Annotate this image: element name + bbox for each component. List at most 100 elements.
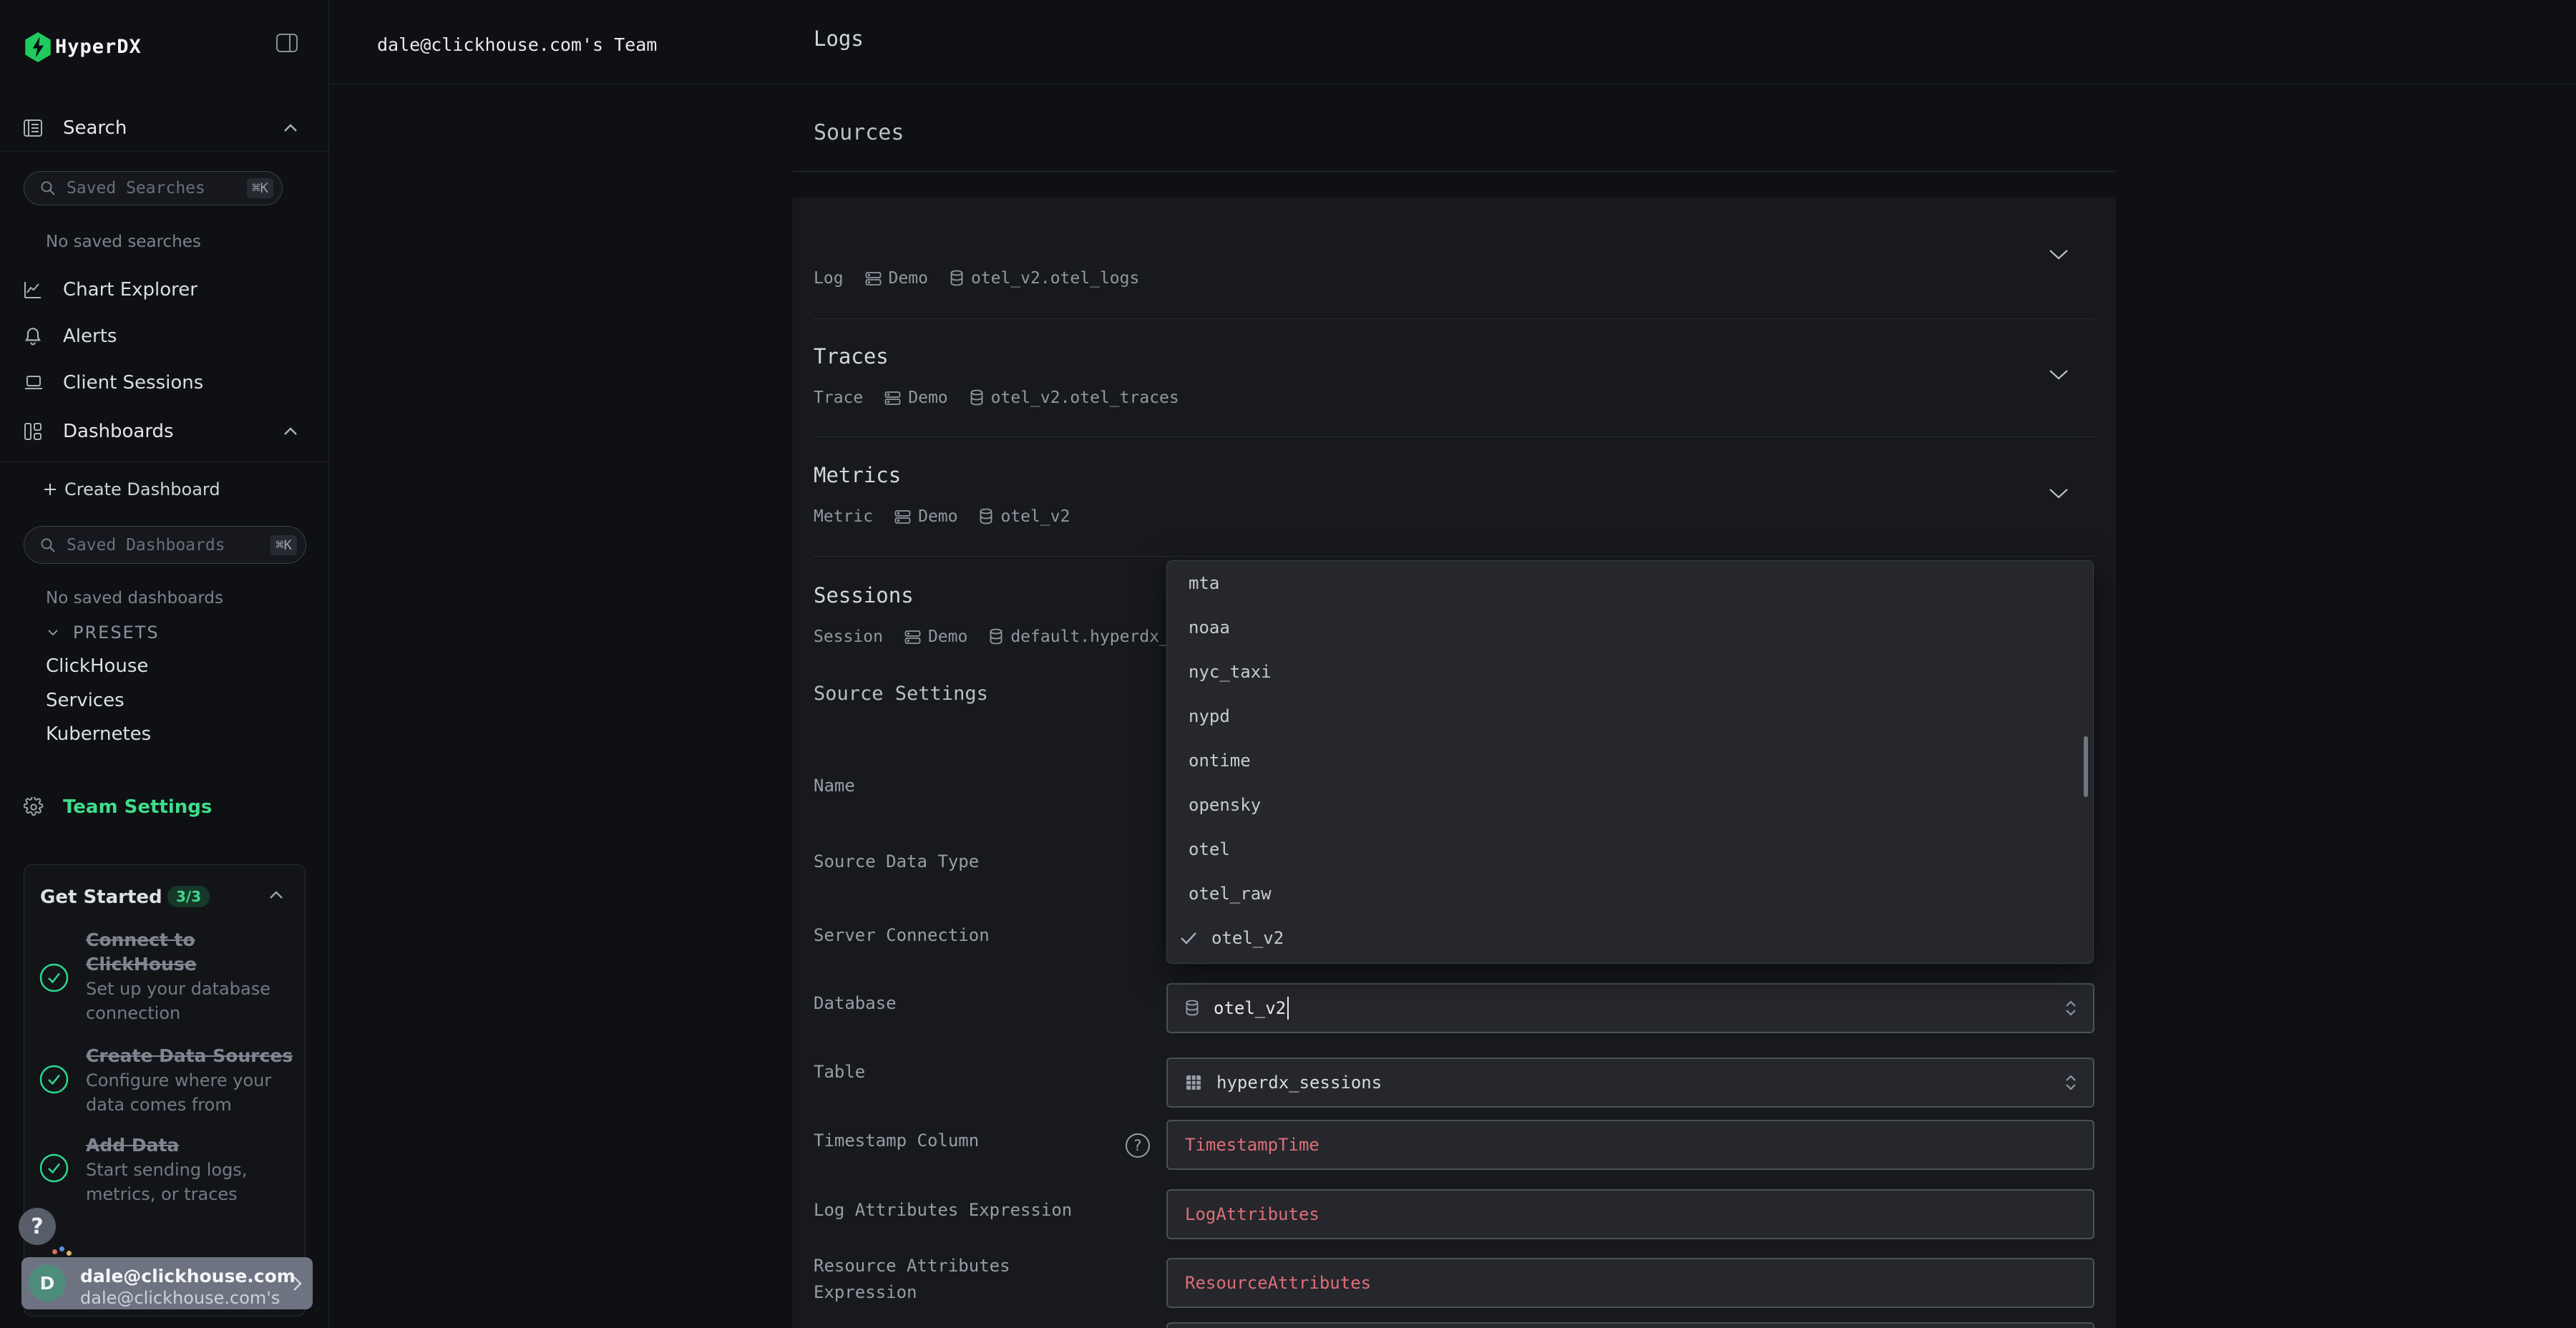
- chevron-right-icon: [293, 1276, 303, 1292]
- database-icon: [1185, 1000, 1199, 1017]
- dropdown-option[interactable]: ontime: [1167, 738, 2094, 783]
- source-kind: Session: [814, 628, 883, 646]
- log-attributes-value: LogAttributes: [1185, 1204, 1319, 1224]
- field-label-timestamp-column: Timestamp Column: [814, 1128, 979, 1154]
- database-icon: [970, 389, 984, 406]
- option-label: otel_v2: [1211, 928, 1284, 948]
- top-bar: dale@clickhouse.com's Team: [329, 0, 2576, 84]
- sidebar-item-client-sessions[interactable]: Client Sessions: [0, 366, 329, 400]
- sidebar-item-services[interactable]: Services: [0, 685, 329, 716]
- preset-label: ClickHouse: [46, 655, 148, 677]
- sidebar-item-chart-explorer[interactable]: Chart Explorer: [0, 273, 329, 307]
- dropdown-option[interactable]: mta: [1167, 561, 2094, 605]
- help-circle-icon[interactable]: ?: [1126, 1133, 1150, 1158]
- user-menu[interactable]: D dale@clickhouse.com dale@clickhouse.co…: [21, 1257, 313, 1309]
- next-field-input[interactable]: [1166, 1322, 2094, 1328]
- chevron-down-icon[interactable]: [2049, 249, 2069, 260]
- sidebar-section-search[interactable]: Search: [0, 109, 329, 147]
- text-cursor: [1287, 997, 1289, 1020]
- preset-label: Kubernetes: [46, 723, 151, 745]
- select-chevrons-icon[interactable]: [2062, 999, 2080, 1017]
- check-icon: [1180, 932, 1197, 944]
- option-label: nypd: [1189, 706, 1230, 726]
- field-label-server-connection: Server Connection: [814, 922, 990, 949]
- task-desc: connection: [86, 1001, 293, 1025]
- collapse-sidebar-icon[interactable]: [275, 33, 298, 53]
- chart-icon: [24, 280, 42, 299]
- source-table: otel_v2.otel_traces: [991, 389, 1179, 407]
- get-started-item[interactable]: Create Data Sources Configure where your…: [86, 1044, 293, 1117]
- database-icon: [979, 508, 993, 525]
- select-chevrons-icon[interactable]: [2062, 1073, 2080, 1092]
- brand-name: HyperDX: [55, 36, 142, 58]
- dashboards-icon: [24, 422, 42, 441]
- option-label: opensky: [1189, 795, 1261, 815]
- bell-icon: [24, 326, 42, 346]
- get-started-item[interactable]: Add Data Start sending logs, metrics, or…: [86, 1133, 293, 1206]
- database-value: otel_v2: [1214, 998, 1286, 1018]
- sidebar-item-team-settings[interactable]: Team Settings: [0, 790, 329, 824]
- log-attributes-input[interactable]: LogAttributes: [1166, 1189, 2094, 1239]
- chevron-down-icon: [47, 629, 59, 636]
- source-row-title: Logs: [814, 26, 864, 51]
- sources-section-title: Sources: [814, 120, 904, 145]
- page-title: dale@clickhouse.com's Team: [377, 34, 657, 55]
- scrollbar-thumb[interactable]: [2084, 736, 2088, 797]
- create-dashboard-button[interactable]: Create Dashboard: [0, 474, 329, 505]
- gear-icon: [24, 797, 44, 817]
- laptop-icon: [24, 374, 44, 391]
- resource-attributes-input[interactable]: ResourceAttributes: [1166, 1258, 2094, 1308]
- presets-toggle[interactable]: PRESETS: [0, 618, 329, 647]
- chevron-down-icon[interactable]: [2049, 369, 2069, 381]
- search-section-icon: [24, 119, 42, 137]
- dropdown-option[interactable]: otel_raw: [1167, 872, 2094, 916]
- saved-searches-input[interactable]: Saved Searches ⌘K: [24, 171, 283, 205]
- server-icon: [904, 630, 921, 645]
- option-label: mta: [1189, 573, 1219, 593]
- source-kind: Log: [814, 269, 844, 288]
- source-row-meta: Log Demo otel_v2.otel_logs: [814, 269, 1139, 288]
- task-title: ClickHouse: [86, 952, 293, 977]
- dashboards-section-label: Dashboards: [63, 421, 174, 442]
- search-icon: [40, 537, 56, 553]
- source-row-title: Metrics: [814, 463, 901, 487]
- dropdown-option-selected[interactable]: otel_v2: [1167, 916, 2094, 960]
- sidebar-item-clickhouse[interactable]: ClickHouse: [0, 650, 329, 682]
- dropdown-option[interactable]: opensky: [1167, 783, 2094, 827]
- option-label: ontime: [1189, 751, 1251, 771]
- sidebar: HyperDX Search: [0, 0, 329, 1328]
- create-dashboard-label: Create Dashboard: [64, 479, 220, 499]
- get-started-item[interactable]: Connect to ClickHouse Set up your databa…: [86, 928, 293, 1025]
- server-icon: [865, 271, 882, 286]
- timestamp-column-value: TimestampTime: [1185, 1135, 1319, 1155]
- dropdown-option[interactable]: noaa: [1167, 605, 2094, 650]
- task-desc: Start sending logs,: [86, 1158, 293, 1182]
- sidebar-item-alerts[interactable]: Alerts: [0, 319, 329, 353]
- chevron-up-icon[interactable]: [269, 891, 283, 899]
- chevron-down-icon[interactable]: [2049, 488, 2069, 499]
- label-line: Expression: [814, 1279, 1010, 1306]
- saved-dashboards-input[interactable]: Saved Dashboards ⌘K: [24, 526, 306, 564]
- task-title: Connect to: [86, 928, 293, 952]
- field-label-name: Name: [814, 773, 855, 799]
- get-started-title: Get Started: [40, 887, 162, 908]
- source-row-title: Sessions: [814, 583, 914, 607]
- sidebar-item-kubernetes[interactable]: Kubernetes: [0, 718, 329, 750]
- database-select[interactable]: otel_v2: [1166, 983, 2094, 1033]
- table-select[interactable]: hyperdx_sessions: [1166, 1058, 2094, 1108]
- timestamp-column-input[interactable]: TimestampTime: [1166, 1120, 2094, 1170]
- saved-searches-placeholder: Saved Searches: [67, 179, 205, 197]
- dropdown-option[interactable]: nyc_taxi: [1167, 650, 2094, 694]
- help-button[interactable]: ?: [19, 1208, 56, 1245]
- no-saved-searches-note: No saved searches: [46, 233, 201, 251]
- team-settings-label: Team Settings: [63, 796, 212, 818]
- sidebar-section-dashboards[interactable]: Dashboards: [0, 413, 329, 450]
- option-label: otel: [1189, 839, 1230, 859]
- source-row-title: Traces: [814, 344, 889, 368]
- dropdown-option[interactable]: otel: [1167, 827, 2094, 872]
- no-saved-dashboards-note: No saved dashboards: [46, 589, 223, 607]
- task-title: Add Data: [86, 1133, 293, 1158]
- dropdown-option[interactable]: nypd: [1167, 694, 2094, 738]
- user-email: dale@clickhouse.com: [80, 1266, 296, 1286]
- field-label-log-attributes: Log Attributes Expression: [814, 1197, 1072, 1224]
